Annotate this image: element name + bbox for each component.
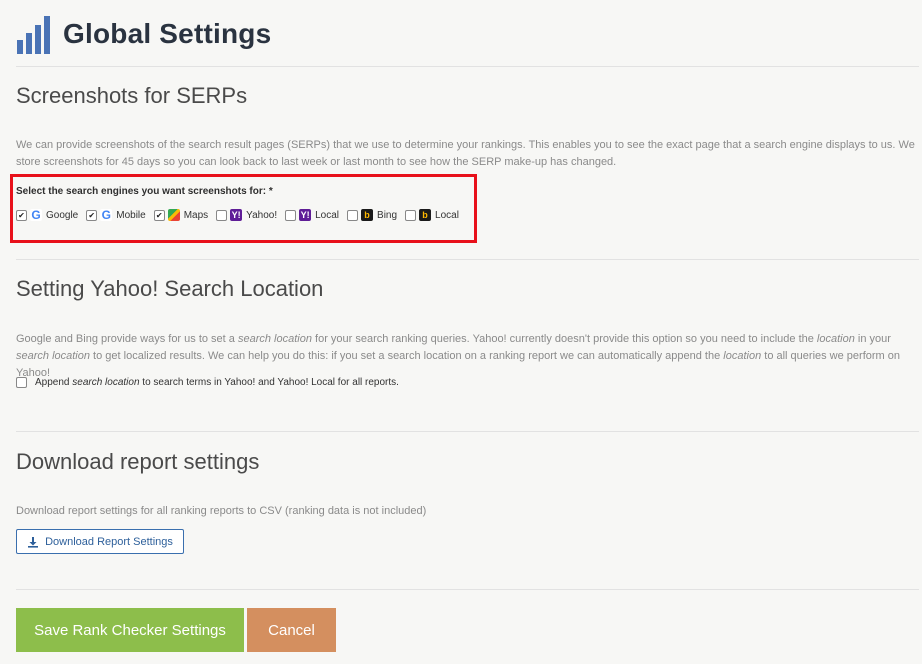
append-location-checkbox[interactable] [16,377,27,388]
engine-maps[interactable]: ✔ Maps [153,209,209,221]
engine-label: Yahoo! [246,209,278,221]
append-location-option[interactable]: Append search location to search terms i… [16,377,399,388]
google-icon: G [100,208,113,222]
bing-icon: b [419,209,432,221]
bing-local-checkbox[interactable] [405,209,417,221]
yahoo-checkbox[interactable] [216,209,228,221]
bing-checkbox[interactable] [347,209,359,221]
engine-bing-local[interactable]: b Local [405,209,459,221]
screenshots-section-title: Screenshots for SERPs [16,83,248,108]
bing-icon: b [361,209,374,221]
download-icon [28,536,39,548]
download-description: Download report settings for all ranking… [16,505,427,517]
page-header: Global Settings [16,14,271,54]
screenshots-description: We can provide screenshots of the search… [16,139,915,168]
bar-chart-logo-icon [17,16,50,54]
engines-row: ✔ G Google ✔ G Mobile ✔ Maps Y! Yahoo! Y… [16,208,467,222]
google-icon: G [30,208,42,222]
engines-label: Select the search engines you want scree… [16,186,273,197]
yahoo-icon: Y! [299,209,312,221]
engine-label: Google [46,209,79,221]
maps-checkbox[interactable]: ✔ [153,209,165,221]
divider [16,66,919,67]
engine-yahoo-local[interactable]: Y! Local [285,209,339,221]
download-section-title: Download report settings [16,449,260,474]
google-checkbox[interactable]: ✔ [16,209,27,221]
engine-label: Maps [183,209,209,221]
engine-yahoo[interactable]: Y! Yahoo! [216,209,277,221]
download-button-label: Download Report Settings [45,535,173,548]
cancel-button[interactable]: Cancel [247,608,336,652]
engine-label: Mobile [116,209,146,221]
engine-label: Local [435,209,459,221]
page-title: Global Settings [63,18,272,49]
download-report-settings-button[interactable]: Download Report Settings [16,529,184,554]
google-maps-icon [167,209,180,221]
yahoo-section-title: Setting Yahoo! Search Location [16,276,324,301]
divider [16,589,919,590]
yahoo-icon: Y! [230,209,243,221]
divider [16,259,919,260]
yahoo-local-checkbox[interactable] [285,209,297,221]
divider [16,431,919,432]
engine-google[interactable]: ✔ G Google [16,208,79,222]
yahoo-description: Google and Bing provide ways for us to s… [16,333,900,379]
engine-label: Bing [377,209,398,221]
engine-bing[interactable]: b Bing [347,209,397,221]
engine-label: Local [315,209,340,221]
append-location-label: Append search location to search terms i… [35,377,399,388]
engine-mobile[interactable]: ✔ G Mobile [86,208,146,222]
save-settings-button[interactable]: Save Rank Checker Settings [16,608,244,652]
mobile-checkbox[interactable]: ✔ [86,209,98,221]
